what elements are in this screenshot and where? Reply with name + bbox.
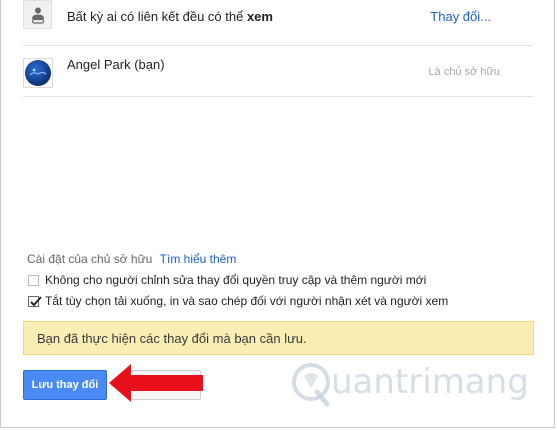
- link-sharing-permission: xem: [246, 9, 273, 24]
- owner-settings: Cài đặt của chủ sở hữu Tìm hiểu thêm: [27, 252, 236, 266]
- checkmark-icon: [30, 296, 42, 307]
- owner-row: Angel Park (bạn) Là chủ sở hữu: [23, 46, 533, 97]
- owner-role-label: Là chủ sở hữu: [428, 66, 500, 78]
- unsaved-changes-notice: Bạn đã thực hiện các thay đổi mà bạn cần…: [23, 321, 534, 355]
- link-sharing-text: Bất kỳ ai có liên kết đều có thể xem: [67, 9, 273, 24]
- learn-more-link[interactable]: Tìm hiểu thêm: [160, 252, 237, 266]
- prevent-editors-label: Không cho người chỉnh sửa thay đổi quyền…: [45, 273, 427, 287]
- disable-download-label: Tắt tùy chọn tải xuống, in và sao chép đ…: [45, 294, 449, 308]
- watermark-text: uantrimang: [331, 362, 529, 402]
- link-person-icon: [23, 0, 52, 29]
- avatar: [23, 58, 53, 88]
- link-sharing-row: Bất kỳ ai có liên kết đều có thể xem Tha…: [23, 0, 533, 46]
- watermark-logo-icon: [292, 363, 330, 407]
- sharing-dialog: Bất kỳ ai có liên kết đều có thể xem Tha…: [0, 0, 555, 428]
- option-prevent-editors: Không cho người chỉnh sửa thay đổi quyền…: [28, 273, 426, 287]
- owner-settings-label: Cài đặt của chủ sở hữu: [27, 252, 153, 266]
- option-disable-download: Tắt tùy chọn tải xuống, in và sao chép đ…: [28, 294, 448, 308]
- change-access-link[interactable]: Thay đổi...: [430, 9, 491, 24]
- save-changes-button[interactable]: Lưu thay đổi: [23, 370, 107, 400]
- link-sharing-prefix: Bất kỳ ai có liên kết đều có thể: [67, 9, 244, 24]
- owner-name: Angel Park (bạn): [67, 57, 165, 72]
- disable-download-checkbox[interactable]: [28, 296, 42, 307]
- red-arrow-icon: [109, 364, 203, 402]
- prevent-editors-checkbox[interactable]: [28, 275, 39, 286]
- notice-text: Bạn đã thực hiện các thay đổi mà bạn cần…: [37, 331, 307, 346]
